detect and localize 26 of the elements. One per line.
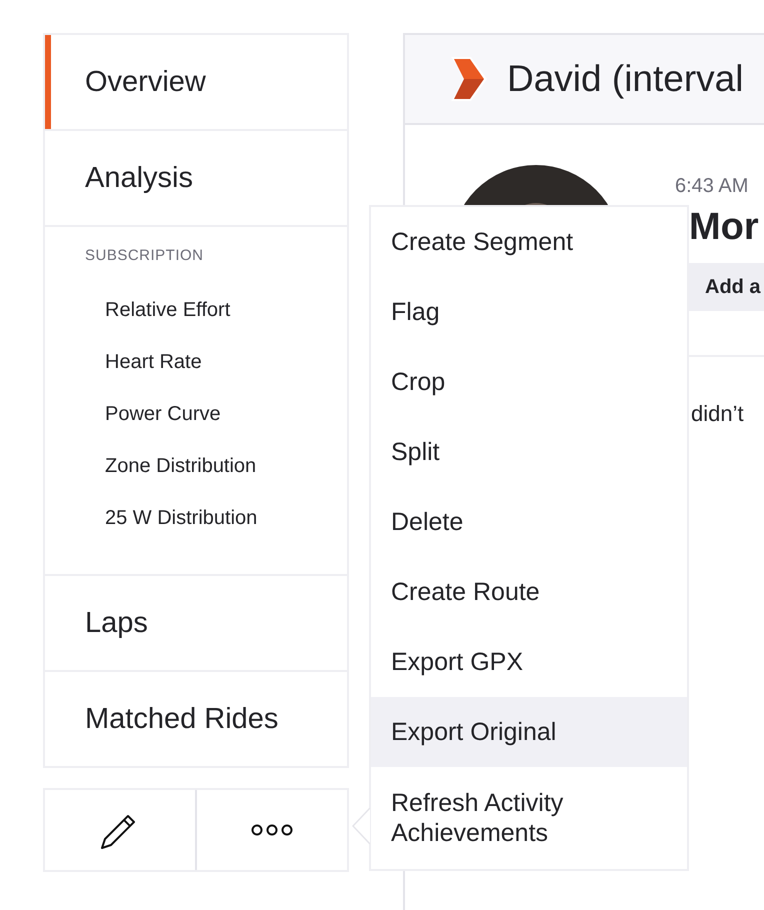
sidebar-tab[interactable]: Analysis bbox=[45, 129, 347, 225]
menu-item[interactable]: Refresh Activity Achievements bbox=[371, 767, 687, 869]
activity-text: didn’t bbox=[690, 401, 745, 427]
menu-item[interactable]: Split bbox=[371, 417, 687, 487]
menu-item[interactable]: Crop bbox=[371, 347, 687, 417]
more-icon bbox=[251, 824, 293, 836]
menu-item[interactable]: Create Segment bbox=[371, 207, 687, 277]
chevron-logo-icon bbox=[449, 57, 489, 101]
menu-item[interactable]: Export GPX bbox=[371, 627, 687, 697]
sidebar-tab[interactable]: Matched Rides bbox=[45, 670, 347, 766]
athlete-name: David (interval bbox=[507, 58, 744, 100]
menu-item[interactable]: Delete bbox=[371, 487, 687, 557]
sidebar-tab[interactable]: Overview bbox=[45, 35, 347, 129]
section-heading: SUBSCRIPTION bbox=[84, 247, 205, 264]
sidebar-tab[interactable]: Laps bbox=[45, 574, 347, 670]
sidebar-link[interactable]: Heart Rate bbox=[45, 336, 347, 388]
activity-title: Mor bbox=[688, 206, 760, 249]
sidebar-link[interactable]: 25 W Distribution bbox=[45, 492, 347, 544]
menu-item[interactable]: Create Route bbox=[371, 557, 687, 627]
sidebar-link[interactable]: Zone Distribution bbox=[45, 440, 347, 492]
sidebar-link[interactable]: Power Curve bbox=[45, 388, 347, 440]
sidebar-link[interactable]: Relative Effort bbox=[45, 284, 347, 336]
add-description-button[interactable]: Add a bbox=[687, 263, 764, 311]
menu-item[interactable]: Export Original bbox=[371, 697, 687, 767]
menu-item[interactable]: Flag bbox=[371, 277, 687, 347]
activity-time: 6:43 AM bbox=[675, 175, 750, 198]
